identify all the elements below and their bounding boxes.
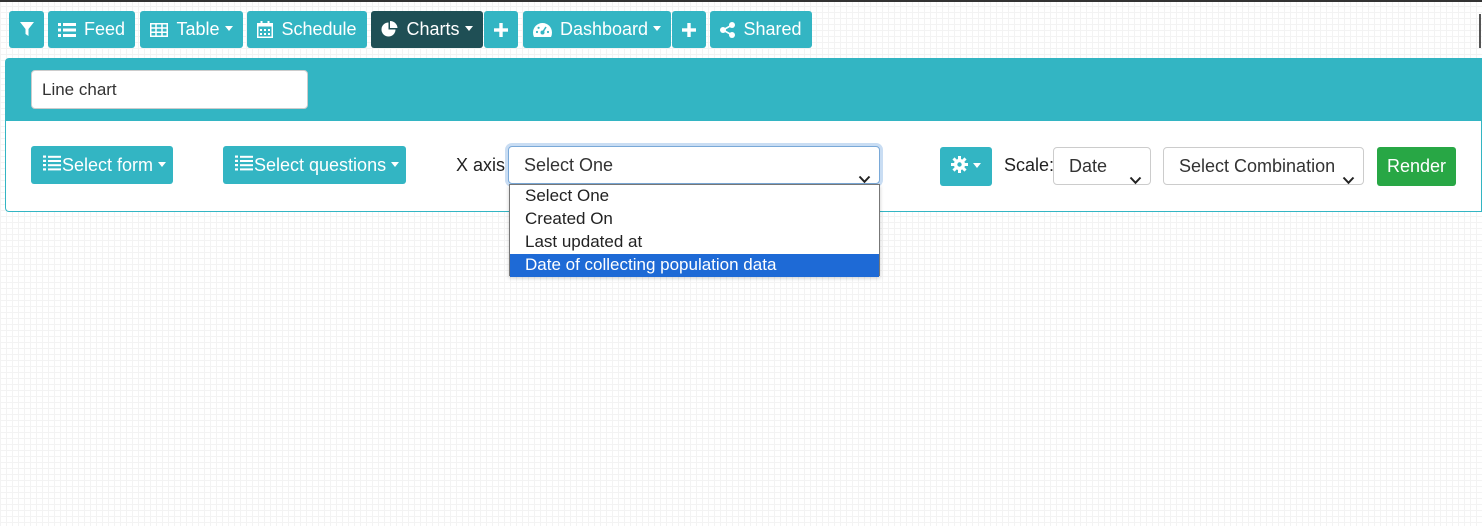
plus-icon <box>494 22 508 37</box>
add-dashboard-button[interactable] <box>672 11 706 48</box>
dashboard-label: Dashboard <box>559 19 649 39</box>
pie-chart-icon <box>381 21 398 38</box>
charts-dropdown-button[interactable]: Charts <box>371 11 483 48</box>
feed-button[interactable]: Feed <box>48 11 135 48</box>
calendar-icon <box>257 21 274 38</box>
list-icon <box>57 22 76 37</box>
table-label: Table <box>176 19 220 39</box>
top-border <box>0 0 1482 2</box>
x-axis-option-highlighted[interactable]: Date of collecting population data <box>510 254 879 277</box>
list-ol-icon <box>43 155 61 176</box>
gear-icon <box>951 155 968 178</box>
x-axis-option[interactable]: Select One <box>510 185 879 208</box>
caret-down-icon <box>464 26 473 31</box>
share-icon <box>720 21 736 38</box>
scale-select[interactable]: Date <box>1053 147 1151 185</box>
dashboard-icon <box>532 22 552 37</box>
chevron-down-icon <box>1129 161 1142 197</box>
schedule-button[interactable]: Schedule <box>247 11 367 48</box>
chevron-down-icon <box>1342 161 1355 197</box>
x-axis-option[interactable]: Last updated at <box>510 231 879 254</box>
render-button[interactable]: Render <box>1377 147 1456 186</box>
plus-icon <box>682 22 696 37</box>
combination-select[interactable]: Select Combination <box>1163 147 1364 185</box>
shared-label: Shared <box>743 19 802 39</box>
render-label: Render <box>1386 156 1447 176</box>
table-dropdown-button[interactable]: Table <box>140 11 243 48</box>
x-axis-selected-value: Select One <box>524 155 614 175</box>
shared-button[interactable]: Shared <box>710 11 812 48</box>
caret-down-icon <box>391 161 400 167</box>
x-axis-select[interactable]: Select One <box>508 146 880 184</box>
scale-label: Scale: <box>1004 155 1055 175</box>
select-questions-button[interactable]: Select questions <box>223 146 406 184</box>
right-edge-line <box>1479 14 1481 48</box>
caret-down-icon <box>973 163 981 168</box>
schedule-label: Schedule <box>281 19 357 39</box>
scale-selected-value: Date <box>1069 156 1108 176</box>
x-axis-options-list: Select One Created On Last updated at Da… <box>509 184 880 277</box>
add-chart-button[interactable] <box>484 11 518 48</box>
select-form-button[interactable]: Select form <box>31 146 173 184</box>
combination-selected-value: Select Combination <box>1179 156 1336 176</box>
filter-icon <box>19 22 34 37</box>
caret-down-icon <box>653 26 662 31</box>
feed-label: Feed <box>83 19 126 39</box>
dashboard-dropdown-button[interactable]: Dashboard <box>523 11 671 48</box>
select-form-label: Select form <box>62 154 154 175</box>
caret-down-icon <box>158 161 167 167</box>
filter-button[interactable] <box>9 11 44 48</box>
charts-label: Charts <box>406 19 460 39</box>
list-ol-icon <box>235 155 253 176</box>
x-axis-label: X axis: <box>456 155 511 175</box>
chart-settings-button[interactable] <box>940 147 992 186</box>
table-icon <box>150 22 169 37</box>
caret-down-icon <box>224 26 233 31</box>
select-questions-label: Select questions <box>254 154 387 175</box>
x-axis-option[interactable]: Created On <box>510 208 879 231</box>
chart-name-input[interactable] <box>31 70 308 109</box>
